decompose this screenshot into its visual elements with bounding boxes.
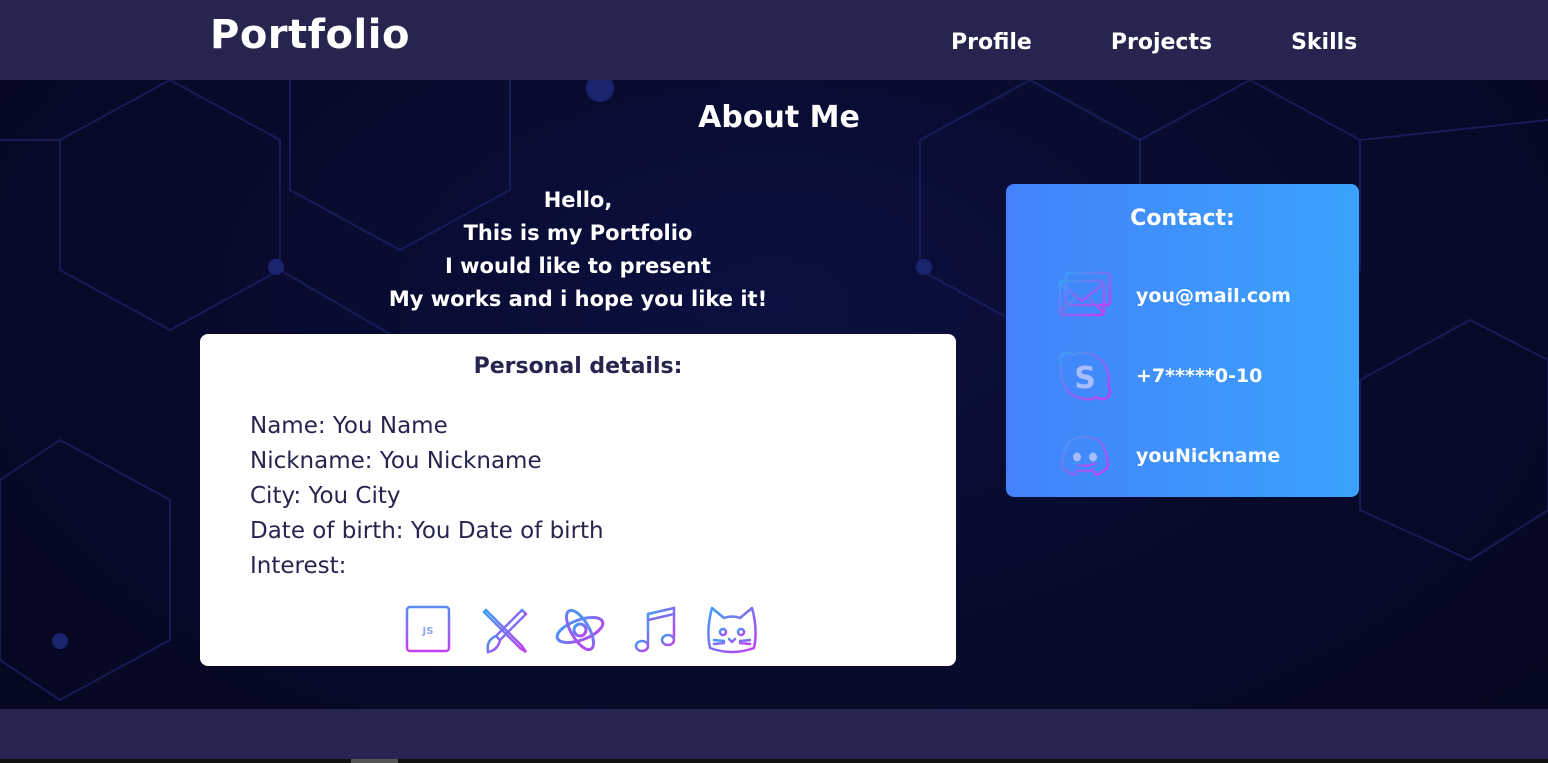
horizontal-scrollbar[interactable]	[0, 759, 1548, 763]
detail-date-of-birth: Date of birth: You Date of birth	[250, 518, 604, 544]
scrollbar-thumb[interactable]	[351, 759, 398, 763]
contact-discord-text[interactable]: youNickname	[1136, 445, 1280, 467]
interest-icons: JS	[380, 604, 780, 659]
detail-name: Name: You Name	[250, 413, 448, 439]
intro-text: Hello, This is my Portfolio I would like…	[200, 184, 956, 316]
intro-line: My works and i hope you like it!	[388, 287, 768, 311]
header: Portfolio Profile Projects Skills	[0, 0, 1548, 80]
footer	[0, 709, 1548, 759]
about-me-title: About Me	[698, 100, 860, 135]
intro-line: I would like to present	[445, 254, 711, 278]
intro-line: Hello,	[543, 188, 613, 212]
page: Portfolio Profile Projects Skills About …	[0, 0, 1548, 763]
skype-icon: S	[1058, 351, 1112, 401]
site-logo[interactable]: Portfolio	[210, 12, 410, 58]
personal-details-card: Personal details: Name: You Name Nicknam…	[200, 334, 956, 666]
contact-discord[interactable]: youNickname	[1056, 428, 1280, 484]
nav-projects[interactable]: Projects	[1111, 30, 1212, 55]
personal-details-list: Name: You Name Nickname: You Nickname Ci…	[250, 409, 604, 584]
nav-profile[interactable]: Profile	[951, 30, 1032, 55]
detail-interest: Interest:	[250, 553, 347, 579]
pencil-brush-tools-icon	[482, 608, 528, 654]
contact-email-text[interactable]: you@mail.com	[1136, 285, 1291, 307]
contact-card: Contact: you@mail.com S +7*****0-10 youN…	[1006, 184, 1359, 497]
svg-text:S: S	[1074, 361, 1096, 396]
cat-face-icon	[707, 606, 757, 654]
music-note-icon	[634, 606, 676, 653]
personal-details-title: Personal details:	[473, 354, 683, 379]
js-icon-label: JS	[422, 626, 434, 637]
envelope-icon	[1058, 271, 1112, 317]
nav-skills[interactable]: Skills	[1291, 30, 1357, 55]
battlenet-icon	[555, 608, 605, 652]
contact-email[interactable]: you@mail.com	[1056, 268, 1291, 324]
intro-line: This is my Portfolio	[463, 221, 693, 245]
contact-title: Contact:	[1130, 206, 1235, 231]
contact-skype[interactable]: S +7*****0-10	[1056, 348, 1262, 404]
detail-nickname: Nickname: You Nickname	[250, 448, 542, 474]
detail-city: City: You City	[250, 483, 401, 509]
javascript-file-icon: JS	[405, 605, 451, 653]
discord-icon	[1060, 435, 1110, 477]
contact-skype-text[interactable]: +7*****0-10	[1136, 365, 1262, 387]
main-nav: Profile Projects Skills	[951, 30, 1357, 55]
